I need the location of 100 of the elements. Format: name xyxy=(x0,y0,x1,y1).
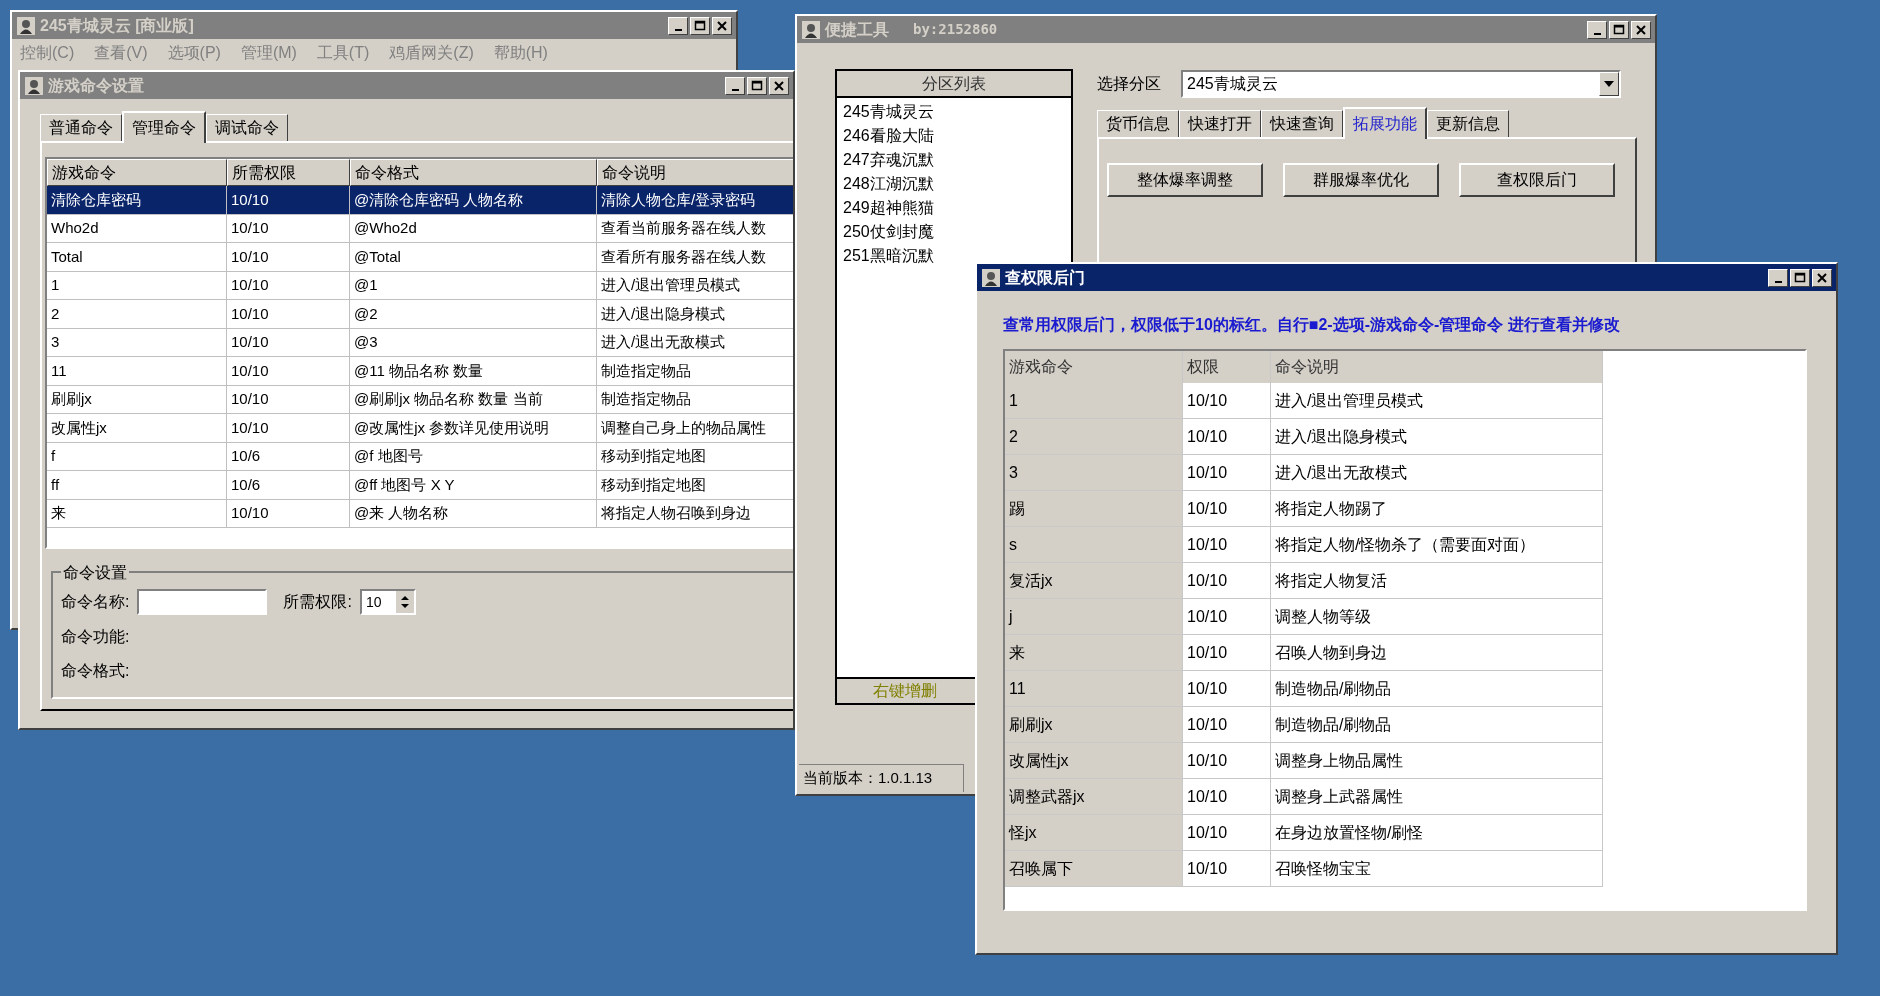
close-icon xyxy=(1815,270,1829,285)
maximize-button[interactable] xyxy=(1790,268,1810,287)
table-cell: 10/10 xyxy=(1183,563,1271,599)
tab[interactable]: 快速查询 xyxy=(1261,110,1343,137)
table-row[interactable]: ff 10/6 @ff 地图号 X Y 移动到指定地图 xyxy=(47,471,793,500)
column-header[interactable]: 游戏命令 xyxy=(47,159,227,186)
table-cell: 10/10 xyxy=(1183,815,1271,851)
column-header[interactable]: 命令格式 xyxy=(350,159,597,186)
maximize-icon xyxy=(750,78,764,93)
table-row[interactable]: 2 10/10 @2 进入/退出隐身模式 xyxy=(47,300,793,329)
list-header: 分区列表 xyxy=(837,71,1071,98)
close-button[interactable] xyxy=(1631,20,1651,39)
table-cell: @2 xyxy=(350,300,597,329)
table-cell: 进入/退出无敌模式 xyxy=(1271,455,1603,491)
maximize-icon xyxy=(1793,270,1807,285)
partition-dropdown[interactable]: 245青城灵云 xyxy=(1181,70,1621,98)
permission-spinner[interactable]: 10 xyxy=(359,589,416,615)
app-icon xyxy=(801,19,821,40)
tool-button[interactable]: 整体爆率调整 xyxy=(1107,163,1263,197)
list-item[interactable]: 248江湖沉默 xyxy=(843,172,1065,196)
table-row[interactable]: 清除仓库密码 10/10 @清除仓库密码 人物名称 清除人物仓库/登录密码 xyxy=(47,186,793,215)
list-item[interactable]: 246看脸大陆 xyxy=(843,124,1065,148)
column-header[interactable]: 所需权限 xyxy=(227,159,350,186)
table-cell: 10/10 xyxy=(227,243,350,272)
tab[interactable]: 货币信息 xyxy=(1097,110,1179,137)
column-header[interactable]: 权限 xyxy=(1183,351,1271,383)
maximize-button[interactable] xyxy=(1609,20,1629,39)
table-row[interactable]: 改属性jx 10/10 @改属性jx 参数详见使用说明 调整自己身上的物品属性 xyxy=(47,414,793,443)
table-cell: 调整武器jx xyxy=(1005,779,1183,815)
table-cell: 10/10 xyxy=(227,357,350,386)
tool-button[interactable]: 查权限后门 xyxy=(1459,163,1615,197)
table-row[interactable]: 刷刷jx 10/10 @刷刷jx 物品名称 数量 当前 制造指定物品 xyxy=(47,385,793,414)
list-item[interactable]: 251黑暗沉默 xyxy=(843,244,1065,268)
column-header[interactable]: 命令说明 xyxy=(1271,351,1603,383)
window-title: 便捷工具 xyxy=(825,19,889,40)
table-cell: 10/10 xyxy=(1183,671,1271,707)
version-label: 当前版本：1.0.1.13 xyxy=(803,768,933,789)
table-cell: 复活jx xyxy=(1005,563,1183,599)
table-cell: ff xyxy=(47,471,227,500)
table-cell: 召唤人物到身边 xyxy=(1271,635,1603,671)
table-cell: 2 xyxy=(1005,419,1183,455)
table-cell: 调整身上武器属性 xyxy=(1271,779,1603,815)
table-cell: 11 xyxy=(1005,671,1183,707)
table-row[interactable]: f 10/6 @f 地图号 移动到指定地图 xyxy=(47,442,793,471)
table-row[interactable]: Who2d 10/10 @Who2d 查看当前服务器在线人数 xyxy=(47,214,793,243)
column-header[interactable]: 游戏命令 xyxy=(1005,351,1183,383)
table-cell: 踢 xyxy=(1005,491,1183,527)
field-label: 命令功能: xyxy=(61,627,131,647)
table-cell: 怪jx xyxy=(1005,815,1183,851)
table-row[interactable]: 3 10/10 @3 进入/退出无敌模式 xyxy=(47,328,793,357)
dropdown-arrow-icon[interactable] xyxy=(1604,81,1614,87)
table-cell: 刷刷jx xyxy=(1005,707,1183,743)
tab[interactable]: 管理命令 xyxy=(122,111,206,143)
app-icon xyxy=(16,15,36,36)
maximize-button[interactable] xyxy=(747,76,767,95)
notice-text: 查常用权限后门，权限低于10的标红。自行■2-选项-游戏命令-管理命令 进行查看并修改 xyxy=(1003,315,1621,335)
list-item[interactable]: 245青城灵云 xyxy=(843,100,1065,124)
maximize-icon xyxy=(693,18,707,33)
tab[interactable]: 普通命令 xyxy=(40,114,122,141)
list-item[interactable]: 247弃魂沉默 xyxy=(843,148,1065,172)
table-cell: 来 xyxy=(1005,635,1183,671)
table-cell: 制造物品/刷物品 xyxy=(1271,707,1603,743)
close-button[interactable] xyxy=(1812,268,1832,287)
table-row[interactable]: 11 10/10 @11 物品名称 数量 制造指定物品 xyxy=(47,357,793,386)
tab[interactable]: 拓展功能 xyxy=(1343,107,1427,139)
minimize-button[interactable] xyxy=(668,16,688,35)
tab[interactable]: 调试命令 xyxy=(206,114,288,141)
maximize-button[interactable] xyxy=(690,16,710,35)
list-item[interactable]: 250仗剑封魔 xyxy=(843,220,1065,244)
field-label: 所需权限: xyxy=(283,592,352,612)
table-cell: 进入/退出隐身模式 xyxy=(1271,419,1603,455)
minimize-icon xyxy=(1593,32,1601,35)
app-icon xyxy=(24,75,44,96)
close-button[interactable] xyxy=(769,76,789,95)
table-cell: 将指定人物复活 xyxy=(1271,563,1603,599)
tool-button[interactable]: 群服爆率优化 xyxy=(1283,163,1439,197)
window-title: 游戏命令设置 xyxy=(48,75,144,96)
window-title: 查权限后门 xyxy=(1005,267,1085,288)
minimize-button[interactable] xyxy=(1768,268,1788,287)
tab[interactable]: 更新信息 xyxy=(1427,110,1509,137)
table-row[interactable]: 1 10/10 @1 进入/退出管理员模式 xyxy=(47,271,793,300)
field-label: 命令名称: xyxy=(61,592,130,612)
close-icon xyxy=(715,18,729,33)
list-item[interactable]: 249超神熊猫 xyxy=(843,196,1065,220)
table-row[interactable]: 来 10/10 @来 人物名称 将指定人物召唤到身边 xyxy=(47,499,793,528)
table-row[interactable]: Total 10/10 @Total 查看所有服务器在线人数 xyxy=(47,243,793,272)
table-cell: 10/10 xyxy=(1183,455,1271,491)
minimize-icon xyxy=(674,28,682,31)
minimize-button[interactable] xyxy=(725,76,745,95)
maximize-icon xyxy=(1612,22,1626,37)
table-cell: 10/10 xyxy=(227,414,350,443)
tab[interactable]: 快速打开 xyxy=(1179,110,1261,137)
table-cell: @清除仓库密码 人物名称 xyxy=(350,186,597,215)
close-button[interactable] xyxy=(712,16,732,35)
minimize-button[interactable] xyxy=(1587,20,1607,39)
table-cell: 10/10 xyxy=(227,186,350,215)
table-cell: 10/6 xyxy=(227,471,350,500)
table-cell: 召唤怪物宝宝 xyxy=(1271,851,1603,887)
column-header[interactable]: 命令说明 xyxy=(597,159,793,186)
name-input[interactable] xyxy=(137,589,268,615)
